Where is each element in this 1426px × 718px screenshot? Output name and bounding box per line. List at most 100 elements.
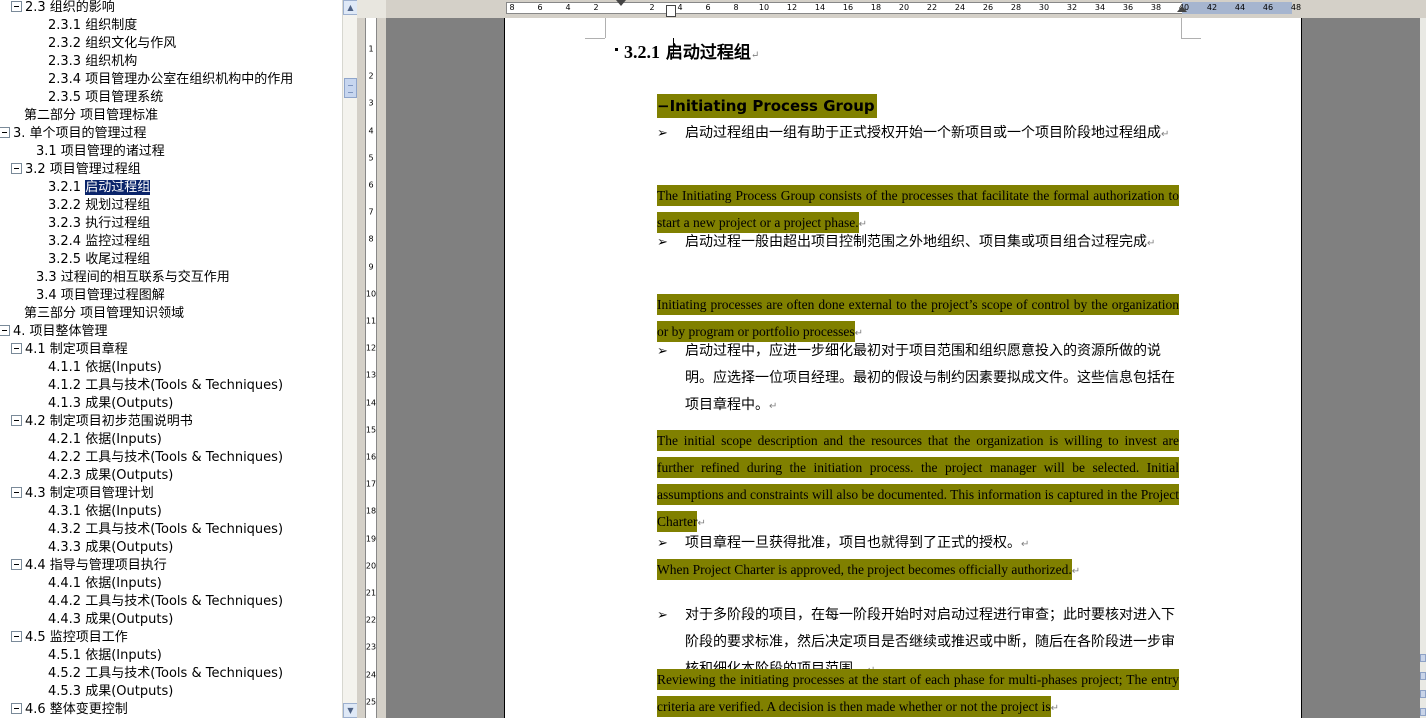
document-map-item[interactable]: 4. 项目整体管理 (0, 323, 108, 341)
ruler-tick-label: 16 (842, 3, 854, 12)
document-map-item[interactable]: 3.3 过程间的相互联系与交互作用 (36, 269, 230, 287)
document-map-item[interactable]: 4.2 制定项目初步范围说明书 (11, 413, 193, 431)
document-map-item[interactable]: 4.5.2 工具与技术(Tools & Techniques) (48, 665, 283, 683)
document-map-item[interactable]: 第二部分 项目管理标准 (24, 107, 158, 125)
chinese-bullet-paragraph[interactable]: ➢ 启动过程中，应进一步细化最初对于项目范围和组织愿意投入的资源所做的说明。应选择… (657, 338, 1181, 420)
document-map-item[interactable]: 3.2.3 执行过程组 (48, 215, 150, 233)
collapse-toggle-icon[interactable] (11, 163, 22, 174)
horizontal-ruler[interactable]: 8 6 4 2 2 4 6 8 10 12 14 16 18 20 22 24 26 28 30 32 34 36 38 40… (386, 0, 1426, 19)
hanging-indent-marker[interactable] (666, 5, 676, 17)
document-map-item[interactable]: 3.4 项目管理过程图解 (36, 287, 165, 305)
vruler-tick-label: 25 (365, 697, 377, 707)
document-map-scrollbar[interactable]: ▲ ▼ (342, 0, 358, 718)
paragraph-text: 启动过程组由一组有助于正式授权开始一个新项目或一个项目阶段地过程组成 (685, 125, 1161, 141)
document-map-item[interactable]: 4.1.3 成果(Outputs) (48, 395, 173, 413)
scroll-thumb[interactable] (344, 78, 357, 98)
document-map-pane: 2.3 组织的影响 2.3.1 组织制度 2.3.2 组织文化与作风 2.3.3 组织… (0, 0, 342, 718)
first-line-indent-marker[interactable] (616, 0, 626, 6)
document-map-item[interactable]: 3. 单个项目的管理过程 (0, 125, 147, 143)
document-map-item[interactable]: 4.2.2 工具与技术(Tools & Techniques) (48, 449, 283, 467)
document-map-item-label: 3.2.1 启动过程组 (48, 180, 151, 195)
document-page[interactable]: 3.2.1 启动过程组↵ −Initiating Process Group ➢… (504, 18, 1302, 718)
document-map-item[interactable]: 3.2 项目管理过程组 (11, 161, 141, 179)
ruler-tick-label: 28 (1010, 3, 1022, 12)
document-map-item[interactable]: 4.3.1 依据(Inputs) (48, 503, 162, 521)
document-map-item[interactable]: 4.4 指导与管理项目执行 (11, 557, 167, 575)
vertical-ruler[interactable]: 1 2 3 4 5 6 7 8 9 10 11 12 13 14 15 16 17 18 19 20 21 22 23 24 2… (357, 18, 387, 718)
ruler-tick-label: 10 (758, 3, 770, 12)
document-map-item[interactable]: 4.2.3 成果(Outputs) (48, 467, 173, 485)
ruler-tick-label: 46 (1262, 3, 1274, 12)
document-map-item[interactable]: 3.2.4 监控过程组 (48, 233, 150, 251)
collapse-toggle-icon[interactable] (11, 1, 22, 12)
collapse-toggle-icon[interactable] (11, 415, 22, 426)
browse-object-icon[interactable] (1420, 690, 1426, 698)
chinese-bullet-paragraph[interactable]: ➢ 启动过程组由一组有助于正式授权开始一个新项目或一个项目阶段地过程组成↵ (657, 120, 1181, 148)
vruler-tick-label: 15 (365, 425, 377, 435)
document-canvas[interactable]: 3.2.1 启动过程组↵ −Initiating Process Group ➢… (386, 18, 1420, 718)
document-map-item[interactable]: 4.1.1 依据(Inputs) (48, 359, 162, 377)
right-indent-marker[interactable] (1177, 6, 1187, 12)
document-map-item[interactable]: 2.3.5 项目管理系统 (48, 89, 163, 107)
collapse-toggle-icon[interactable] (11, 631, 22, 642)
document-map-item[interactable]: 4.3.3 成果(Outputs) (48, 539, 173, 557)
document-map-item-label: 3.2.5 收尾过程组 (48, 252, 151, 267)
document-map-item[interactable]: 4.3 制定项目管理计划 (11, 485, 154, 503)
vruler-tick-label: 23 (365, 642, 377, 652)
english-highlighted-paragraph[interactable]: When Project Charter is approved, the pr… (657, 556, 1179, 585)
document-vertical-scrollbar[interactable] (1420, 18, 1426, 718)
document-map-item[interactable]: 4.1.2 工具与技术(Tools & Techniques) (48, 377, 283, 395)
document-map-item[interactable]: 4.3.2 工具与技术(Tools & Techniques) (48, 521, 283, 539)
vruler-tick-label: 17 (365, 479, 377, 489)
document-map-item[interactable]: 3.2.5 收尾过程组 (48, 251, 150, 269)
document-map-item[interactable]: 4.2.1 依据(Inputs) (48, 431, 162, 449)
collapse-toggle-icon[interactable] (0, 325, 10, 336)
document-map-item-label: 4.1 制定项目章程 (25, 342, 128, 357)
document-map-item[interactable]: 4.6 整体变更控制 (11, 701, 128, 718)
prev-page-icon[interactable] (1420, 672, 1426, 680)
highlighted-text: The initial scope description and the re… (657, 430, 1179, 532)
process-group-heading[interactable]: −Initiating Process Group (657, 94, 877, 118)
document-map-item[interactable]: 4.4.1 依据(Inputs) (48, 575, 162, 593)
document-map-item[interactable]: 2.3.2 组织文化与作风 (48, 35, 176, 53)
collapse-toggle-icon[interactable] (11, 343, 22, 354)
collapse-toggle-icon[interactable] (11, 487, 22, 498)
document-map-item[interactable]: 4.5.3 成果(Outputs) (48, 683, 173, 701)
document-map-item[interactable]: 3.2.2 规划过程组 (48, 197, 150, 215)
english-highlighted-paragraph[interactable]: Reviewing the initiating processes at th… (657, 666, 1179, 718)
document-map-item[interactable]: 4.4.2 工具与技术(Tools & Techniques) (48, 593, 283, 611)
scroll-up-arrow-icon[interactable] (1420, 654, 1426, 662)
chinese-bullet-paragraph[interactable]: ➢ 项目章程一旦获得批准，项目也就得到了正式的授权。↵ (657, 530, 1181, 558)
document-map-item-selected[interactable]: 3.2.1 启动过程组 (48, 179, 151, 197)
document-map-item[interactable]: 2.3.4 项目管理办公室在组织机构中的作用 (48, 71, 293, 89)
collapse-toggle-icon[interactable] (11, 703, 22, 714)
highlighted-text: Initiating processes are often done exte… (657, 294, 1179, 342)
ruler-tick-label: 6 (705, 3, 711, 12)
vruler-tick-label: 2 (368, 71, 374, 81)
section-heading[interactable]: 3.2.1 启动过程组↵ (615, 38, 759, 63)
document-map-item[interactable]: 2.3.1 组织制度 (48, 17, 137, 35)
collapse-toggle-icon[interactable] (11, 559, 22, 570)
document-map-item[interactable]: 2.3 组织的影响 (11, 0, 115, 17)
ruler-tick-label: 24 (954, 3, 966, 12)
document-map-item-label: 3.2.3 执行过程组 (48, 216, 151, 231)
document-map-item[interactable]: 4.1 制定项目章程 (11, 341, 128, 359)
english-highlighted-paragraph[interactable]: The initial scope description and the re… (657, 427, 1179, 537)
chinese-bullet-paragraph[interactable]: ➢ 启动过程一般由超出项目控制范围之外地组织、项目集或项目组合过程完成↵ (657, 229, 1181, 257)
document-map-item[interactable]: 4.5.1 依据(Inputs) (48, 647, 162, 665)
scroll-down-arrow-icon[interactable]: ▼ (343, 703, 358, 718)
next-page-icon[interactable] (1420, 708, 1426, 716)
arrow-bullet-icon: ➢ (657, 608, 668, 623)
scroll-up-arrow-icon[interactable]: ▲ (343, 0, 358, 15)
paragraph-mark-icon: ↵ (769, 401, 778, 412)
ruler-tick-label: 8 (509, 3, 515, 12)
document-map-item[interactable]: 4.5 监控项目工作 (11, 629, 128, 647)
document-map-item[interactable]: 4.4.3 成果(Outputs) (48, 611, 173, 629)
vruler-tick-label: 18 (365, 506, 377, 516)
collapse-toggle-icon[interactable] (0, 127, 10, 138)
ruler-tick-label: 8 (733, 3, 739, 12)
crop-mark (585, 38, 605, 39)
document-map-item[interactable]: 3.1 项目管理的诸过程 (36, 143, 165, 161)
document-map-item[interactable]: 第三部分 项目管理知识领域 (24, 305, 184, 323)
document-map-item[interactable]: 2.3.3 组织机构 (48, 53, 137, 71)
